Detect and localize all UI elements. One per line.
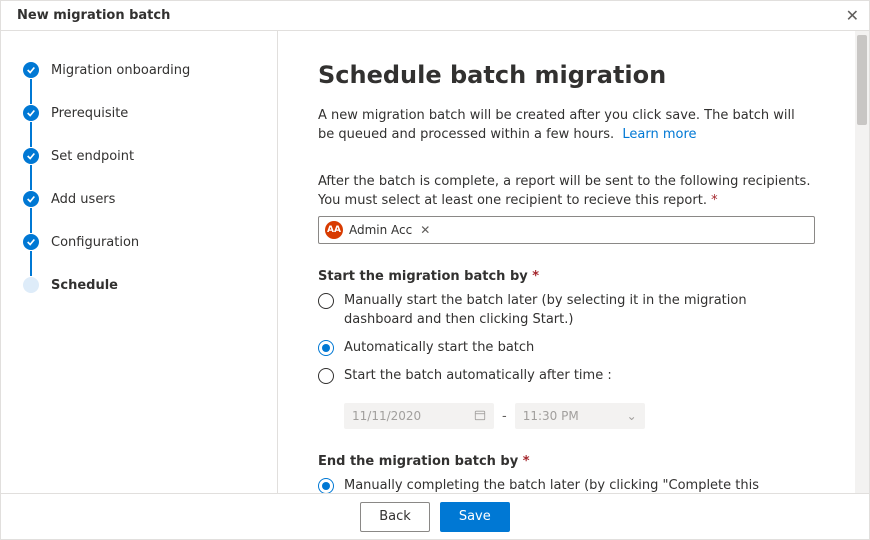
dialog-title: New migration batch (17, 8, 170, 23)
wizard-sidebar: Migration onboarding Prerequisite Set en… (1, 31, 278, 493)
dash-separator: - (502, 409, 507, 424)
current-step-icon (23, 277, 39, 293)
step-set-endpoint[interactable]: Set endpoint (23, 147, 257, 165)
start-time-select[interactable]: 11:30 PM ⌄ (515, 403, 645, 429)
radio-icon[interactable] (318, 478, 334, 493)
save-button[interactable]: Save (440, 502, 510, 532)
recipients-help-text: After the batch is complete, a report wi… (318, 174, 810, 208)
dialog-footer: Back Save (1, 493, 869, 539)
radio-label: Manually completing the batch later (by … (344, 477, 815, 493)
step-label: Add users (51, 192, 115, 207)
step-label: Schedule (51, 278, 118, 293)
dialog-body: Migration onboarding Prerequisite Set en… (1, 31, 869, 493)
required-mark: * (532, 269, 539, 284)
check-icon (23, 148, 39, 164)
calendar-icon (474, 409, 486, 424)
radio-label: Manually start the batch later (by selec… (344, 292, 815, 328)
step-add-users[interactable]: Add users (23, 190, 257, 208)
end-by-radio-group: Manually completing the batch later (by … (318, 477, 815, 493)
dialog-header: New migration batch ✕ (1, 1, 869, 31)
wizard-dialog: New migration batch ✕ Migration onboardi… (0, 0, 870, 540)
date-value: 11/11/2020 (352, 409, 421, 423)
step-connector (30, 208, 32, 233)
scrollbar-thumb[interactable] (857, 35, 867, 125)
start-datetime-row: 11/11/2020 - 11:30 PM ⌄ (344, 403, 815, 429)
back-button[interactable]: Back (360, 502, 430, 532)
check-icon (23, 105, 39, 121)
start-by-label-text: Start the migration batch by (318, 269, 528, 284)
remove-chip-icon[interactable]: ✕ (420, 223, 430, 237)
scrollbar[interactable] (855, 31, 869, 493)
end-option-manual[interactable]: Manually completing the batch later (by … (318, 477, 815, 493)
step-label: Migration onboarding (51, 63, 190, 78)
start-date-input[interactable]: 11/11/2020 (344, 403, 494, 429)
start-option-auto[interactable]: Automatically start the batch (318, 339, 815, 357)
intro-body: A new migration batch will be created af… (318, 108, 795, 142)
wizard-steps: Migration onboarding Prerequisite Set en… (23, 61, 257, 294)
page-title: Schedule batch migration (318, 61, 815, 89)
learn-more-link[interactable]: Learn more (622, 127, 696, 142)
radio-label: Start the batch automatically after time… (344, 367, 612, 385)
avatar: AA (325, 221, 343, 239)
step-connector (30, 165, 32, 190)
start-by-radio-group: Manually start the batch later (by selec… (318, 292, 815, 429)
required-mark: * (523, 454, 530, 469)
recipients-input[interactable]: AA Admin Acc ✕ (318, 216, 815, 244)
radio-icon[interactable] (318, 293, 334, 309)
close-icon[interactable]: ✕ (846, 8, 859, 24)
step-connector (30, 122, 32, 147)
step-prerequisite[interactable]: Prerequisite (23, 104, 257, 122)
time-value: 11:30 PM (523, 409, 579, 423)
required-mark: * (711, 193, 718, 208)
start-option-manual[interactable]: Manually start the batch later (by selec… (318, 292, 815, 328)
step-label: Configuration (51, 235, 139, 250)
recipient-chip: AA Admin Acc ✕ (325, 221, 430, 239)
step-connector (30, 79, 32, 104)
chevron-down-icon: ⌄ (627, 409, 637, 423)
check-icon (23, 234, 39, 250)
check-icon (23, 62, 39, 78)
step-migration-onboarding[interactable]: Migration onboarding (23, 61, 257, 79)
main-content: Schedule batch migration A new migration… (278, 31, 855, 493)
step-configuration[interactable]: Configuration (23, 233, 257, 251)
check-icon (23, 191, 39, 207)
chip-name: Admin Acc (349, 223, 412, 237)
end-by-label: End the migration batch by * (318, 454, 815, 469)
content-area: Schedule batch migration A new migration… (278, 31, 869, 493)
recipients-help: After the batch is complete, a report wi… (318, 173, 815, 211)
radio-label: Automatically start the batch (344, 339, 534, 357)
radio-icon[interactable] (318, 368, 334, 384)
step-label: Prerequisite (51, 106, 128, 121)
radio-icon[interactable] (318, 340, 334, 356)
intro-text: A new migration batch will be created af… (318, 107, 815, 145)
end-by-label-text: End the migration batch by (318, 454, 518, 469)
start-by-label: Start the migration batch by * (318, 269, 815, 284)
step-schedule[interactable]: Schedule (23, 276, 257, 294)
start-option-scheduled[interactable]: Start the batch automatically after time… (318, 367, 815, 385)
step-connector (30, 251, 32, 276)
step-label: Set endpoint (51, 149, 134, 164)
